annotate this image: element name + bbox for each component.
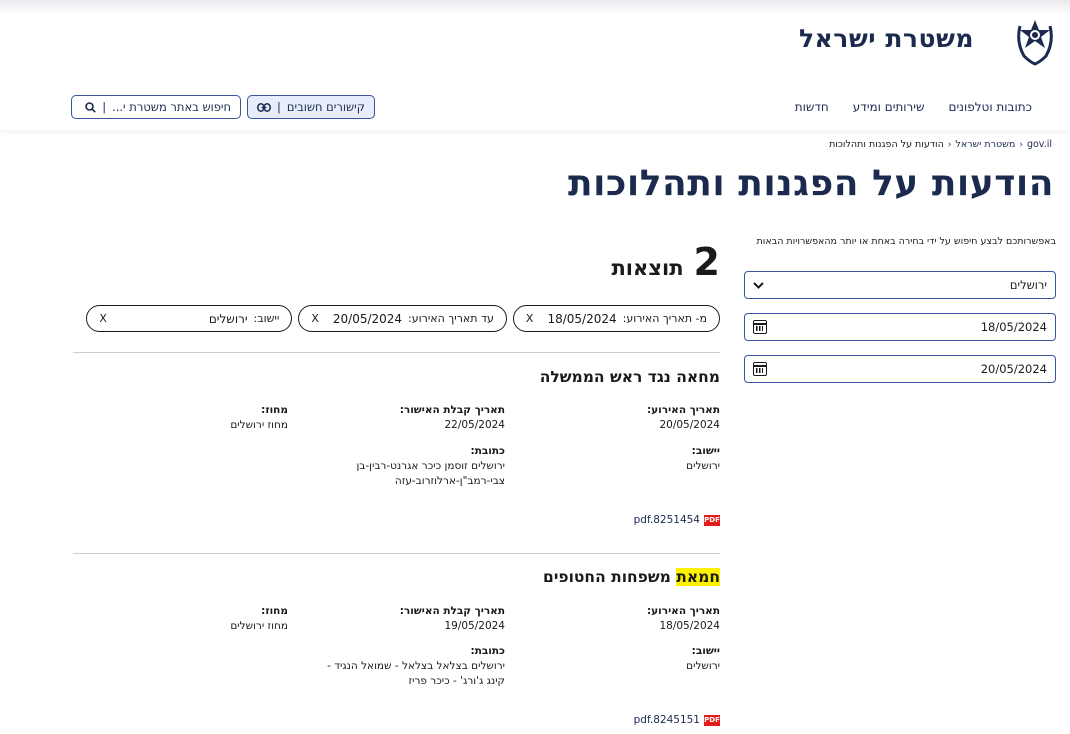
- result-item: מחאה נגד ראש הממשלה תאריך האירוע: 20/05/…: [73, 368, 720, 538]
- date-from-field[interactable]: 18/05/2024: [744, 313, 1056, 341]
- main-nav: כתובות וטלפונים שירותים ומידע חדשות: [795, 100, 1032, 114]
- separator: |: [277, 100, 281, 114]
- search-icon: [85, 101, 96, 113]
- result-title-text: משפחות החטופים: [543, 568, 677, 586]
- date-to-field[interactable]: 20/05/2024: [744, 355, 1056, 383]
- approval-date-label: תאריך קבלת האישור:: [399, 404, 505, 416]
- filter-chip-date-from[interactable]: מ- תאריך האירוע: 18/05/2024 X: [512, 305, 720, 332]
- pdf-download-link[interactable]: PDF pdf.8245151: [634, 714, 720, 726]
- filter-chip-date-to[interactable]: עד תאריך האירוע: 20/05/2024 X: [298, 305, 507, 332]
- district-value: מחוז ירושלים: [230, 419, 288, 431]
- calendar-icon[interactable]: [753, 362, 767, 376]
- site-search-button[interactable]: חיפוש באתר משטרת י... |: [71, 95, 241, 119]
- separator: |: [102, 100, 107, 114]
- address-label: כתובת:: [470, 645, 506, 657]
- close-icon[interactable]: X: [99, 312, 107, 325]
- result-item: חמאת משפחות החטופים תאריך האירוע: 18/05/…: [73, 568, 720, 734]
- event-date-value: 20/05/2024: [659, 419, 720, 431]
- site-logo-text[interactable]: משטרת ישראל: [799, 24, 974, 53]
- chevron-down-icon: [753, 281, 764, 289]
- result-title[interactable]: מחאה נגד ראש הממשלה: [73, 368, 720, 386]
- breadcrumb-item-police[interactable]: משטרת ישראל: [955, 139, 1015, 150]
- page-title: הודעות על הפגנות ותהלוכות: [568, 163, 1054, 204]
- breadcrumb-current: הודעות על הפגנות ותהלוכות: [829, 139, 944, 150]
- event-date-value: 18/05/2024: [659, 620, 720, 632]
- settlement-label: יישוב:: [691, 645, 720, 657]
- results-count-number: 2: [693, 240, 720, 284]
- settlement-value: ירושלים: [686, 460, 720, 472]
- results-count: 2 תוצאות: [611, 240, 720, 284]
- district-value: מחוז ירושלים: [230, 620, 288, 632]
- divider: [73, 553, 720, 554]
- pdf-icon: PDF: [704, 514, 720, 526]
- close-icon[interactable]: X: [526, 312, 534, 325]
- settlement-value: ירושלים: [686, 660, 720, 672]
- district-label: מחוז:: [261, 404, 288, 416]
- address-line-2: צבי-רמב"ן-ארלוזרוב-עזה: [394, 475, 505, 487]
- event-date-label: תאריך האירוע:: [646, 404, 720, 416]
- approval-date-value: 19/05/2024: [444, 620, 505, 632]
- link-icon: [257, 102, 271, 112]
- district-block: מחוז: מחוז ירושלים: [230, 604, 288, 634]
- result-title[interactable]: חמאת משפחות החטופים: [73, 568, 720, 586]
- event-date-label: תאריך האירוע:: [646, 605, 720, 617]
- event-date-block: תאריך האירוע: 18/05/2024: [647, 604, 720, 634]
- chip-value: 20/05/2024: [332, 311, 403, 326]
- results-count-label: תוצאות: [611, 256, 684, 280]
- settlement-block: יישוב: ירושלים: [686, 644, 720, 674]
- filter-hint: באפשרותכם לבצע חיפוש על ידי בחירה באחת א…: [756, 236, 1056, 247]
- breadcrumb-item-govil[interactable]: gov.il: [1027, 139, 1052, 150]
- district-block: מחוז: מחוז ירושלים: [230, 403, 288, 433]
- top-fade: [0, 0, 1070, 14]
- active-filter-chips: מ- תאריך האירוע: 18/05/2024 X עד תאריך ה…: [86, 305, 720, 332]
- pdf-filename: pdf.8245151: [633, 714, 700, 726]
- approval-date-block: תאריך קבלת האישור: 19/05/2024: [400, 604, 505, 634]
- important-links-button[interactable]: קישורים חשובים |: [247, 95, 375, 119]
- calendar-icon[interactable]: [753, 320, 767, 334]
- result-title-text: מחאה נגד ראש הממשלה: [539, 368, 720, 386]
- address-block: כתובת: ירושלים זוסמן כיכר אגרנט-רבין-בן …: [356, 444, 505, 489]
- police-emblem-icon[interactable]: [1014, 10, 1056, 66]
- pdf-download-link[interactable]: PDF pdf.8251454: [634, 514, 720, 526]
- address-label: כתובת:: [470, 445, 506, 457]
- important-links-label: קישורים חשובים: [286, 100, 365, 114]
- settlement-block: יישוב: ירושלים: [686, 444, 720, 474]
- close-icon[interactable]: X: [311, 312, 319, 325]
- header-actions: קישורים חשובים | חיפוש באתר משטרת י... |: [71, 95, 375, 119]
- approval-date-label: תאריך קבלת האישור:: [399, 605, 505, 617]
- nav-item-contacts[interactable]: כתובות וטלפונים: [949, 100, 1033, 114]
- date-to-value: 20/05/2024: [980, 362, 1047, 376]
- filter-chip-settlement[interactable]: יישוב: ירושלים X: [86, 305, 293, 332]
- address-line-1: ירושלים בצלאל בצלאל - שמואל הנגיד -: [327, 660, 505, 672]
- pdf-icon: PDF: [704, 714, 720, 726]
- divider: [73, 352, 720, 353]
- chip-value: ירושלים: [208, 311, 248, 326]
- filter-sidebar: באפשרותכם לבצע חיפוש על ידי בחירה באחת א…: [744, 236, 1056, 383]
- address-line-1: ירושלים זוסמן כיכר אגרנט-רבין-בן: [356, 460, 505, 472]
- search-highlight: חמאת: [676, 568, 720, 586]
- pdf-filename: pdf.8251454: [633, 514, 700, 526]
- breadcrumb: gov.il ‹ משטרת ישראל ‹ הודעות על הפגנות …: [829, 139, 1052, 150]
- chip-label: עד תאריך האירוע:: [408, 312, 494, 325]
- district-label: מחוז:: [261, 605, 288, 617]
- nav-item-news[interactable]: חדשות: [795, 100, 829, 114]
- chevron-left-icon: ‹: [947, 139, 952, 150]
- settlement-select-value: ירושלים: [1009, 278, 1047, 292]
- address-line-2: קינג ג'ורג' - כיכר פריז: [408, 675, 505, 687]
- approval-date-value: 22/05/2024: [444, 419, 505, 431]
- date-from-value: 18/05/2024: [980, 320, 1047, 334]
- site-search-label: חיפוש באתר משטרת י...: [112, 100, 231, 114]
- chip-label: יישוב:: [253, 312, 280, 325]
- approval-date-block: תאריך קבלת האישור: 22/05/2024: [400, 403, 505, 433]
- site-header: משטרת ישראל כתובות וטלפונים שירותים ומיד…: [0, 0, 1070, 130]
- event-date-block: תאריך האירוע: 20/05/2024: [647, 403, 720, 433]
- chip-label: מ- תאריך האירוע:: [622, 312, 707, 325]
- settlement-label: יישוב:: [691, 445, 720, 457]
- address-block: כתובת: ירושלים בצלאל בצלאל - שמואל הנגיד…: [327, 644, 505, 689]
- nav-item-services[interactable]: שירותים ומידע: [853, 100, 925, 114]
- chip-value: 18/05/2024: [547, 311, 617, 326]
- chevron-left-icon: ‹: [1019, 139, 1023, 150]
- settlement-select[interactable]: ירושלים: [744, 271, 1056, 299]
